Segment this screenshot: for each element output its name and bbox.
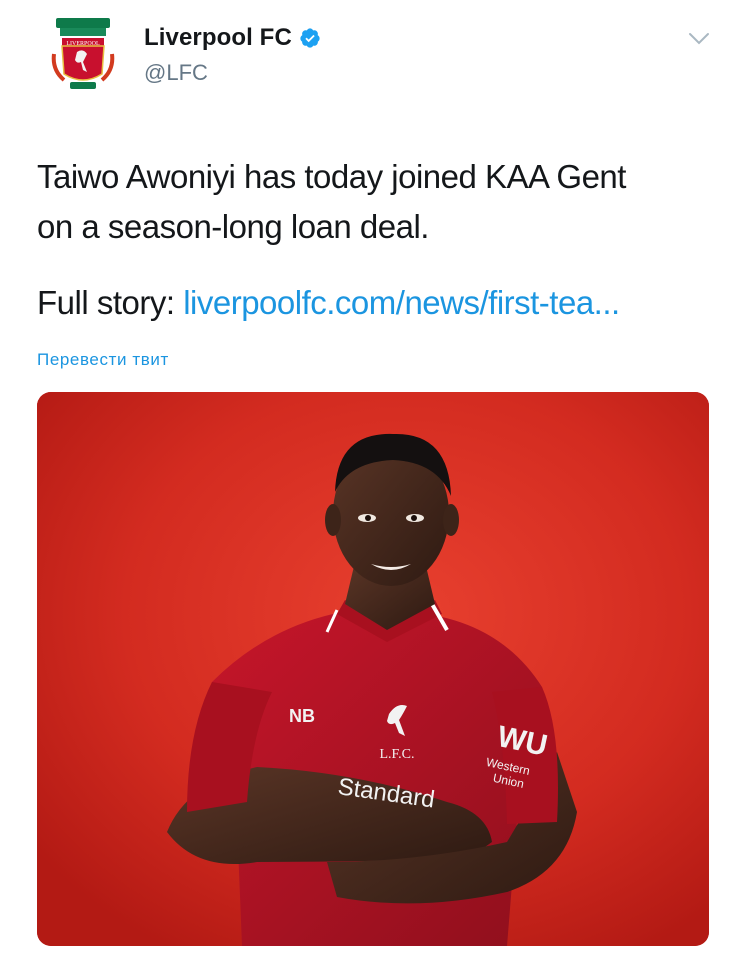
nb-logo-icon: NB — [289, 706, 315, 726]
tweet-text-line: Taiwo Awoniyi has today joined KAA Gent — [37, 158, 626, 195]
shirt-crest-text: L.F.C. — [379, 747, 414, 762]
author-handle[interactable]: @LFC — [144, 60, 208, 86]
lfc-crest-icon: LIVERPOOL — [51, 18, 115, 89]
full-story-label: Full story: — [37, 284, 175, 321]
tweet-text-line: on a season-long loan deal. — [37, 208, 429, 245]
author-name-row[interactable]: Liverpool FC — [144, 24, 321, 52]
display-name[interactable]: Liverpool FC — [144, 24, 292, 52]
player-photo: L.F.C. Standard NB WU Western Union — [37, 392, 709, 946]
full-story-line: Full story: liverpoolfc.com/news/first-t… — [37, 278, 727, 328]
story-link[interactable]: liverpoolfc.com/news/first-tea... — [183, 284, 620, 321]
tweet-media-image[interactable]: L.F.C. Standard NB WU Western Union — [37, 392, 709, 946]
tweet-text: Taiwo Awoniyi has today joined KAA Gent … — [37, 152, 717, 252]
verified-badge-icon — [300, 28, 320, 48]
chevron-down-icon[interactable] — [688, 32, 710, 46]
avatar[interactable]: LIVERPOOL — [50, 14, 116, 94]
translate-tweet-link[interactable]: Перевести твит — [37, 350, 169, 370]
